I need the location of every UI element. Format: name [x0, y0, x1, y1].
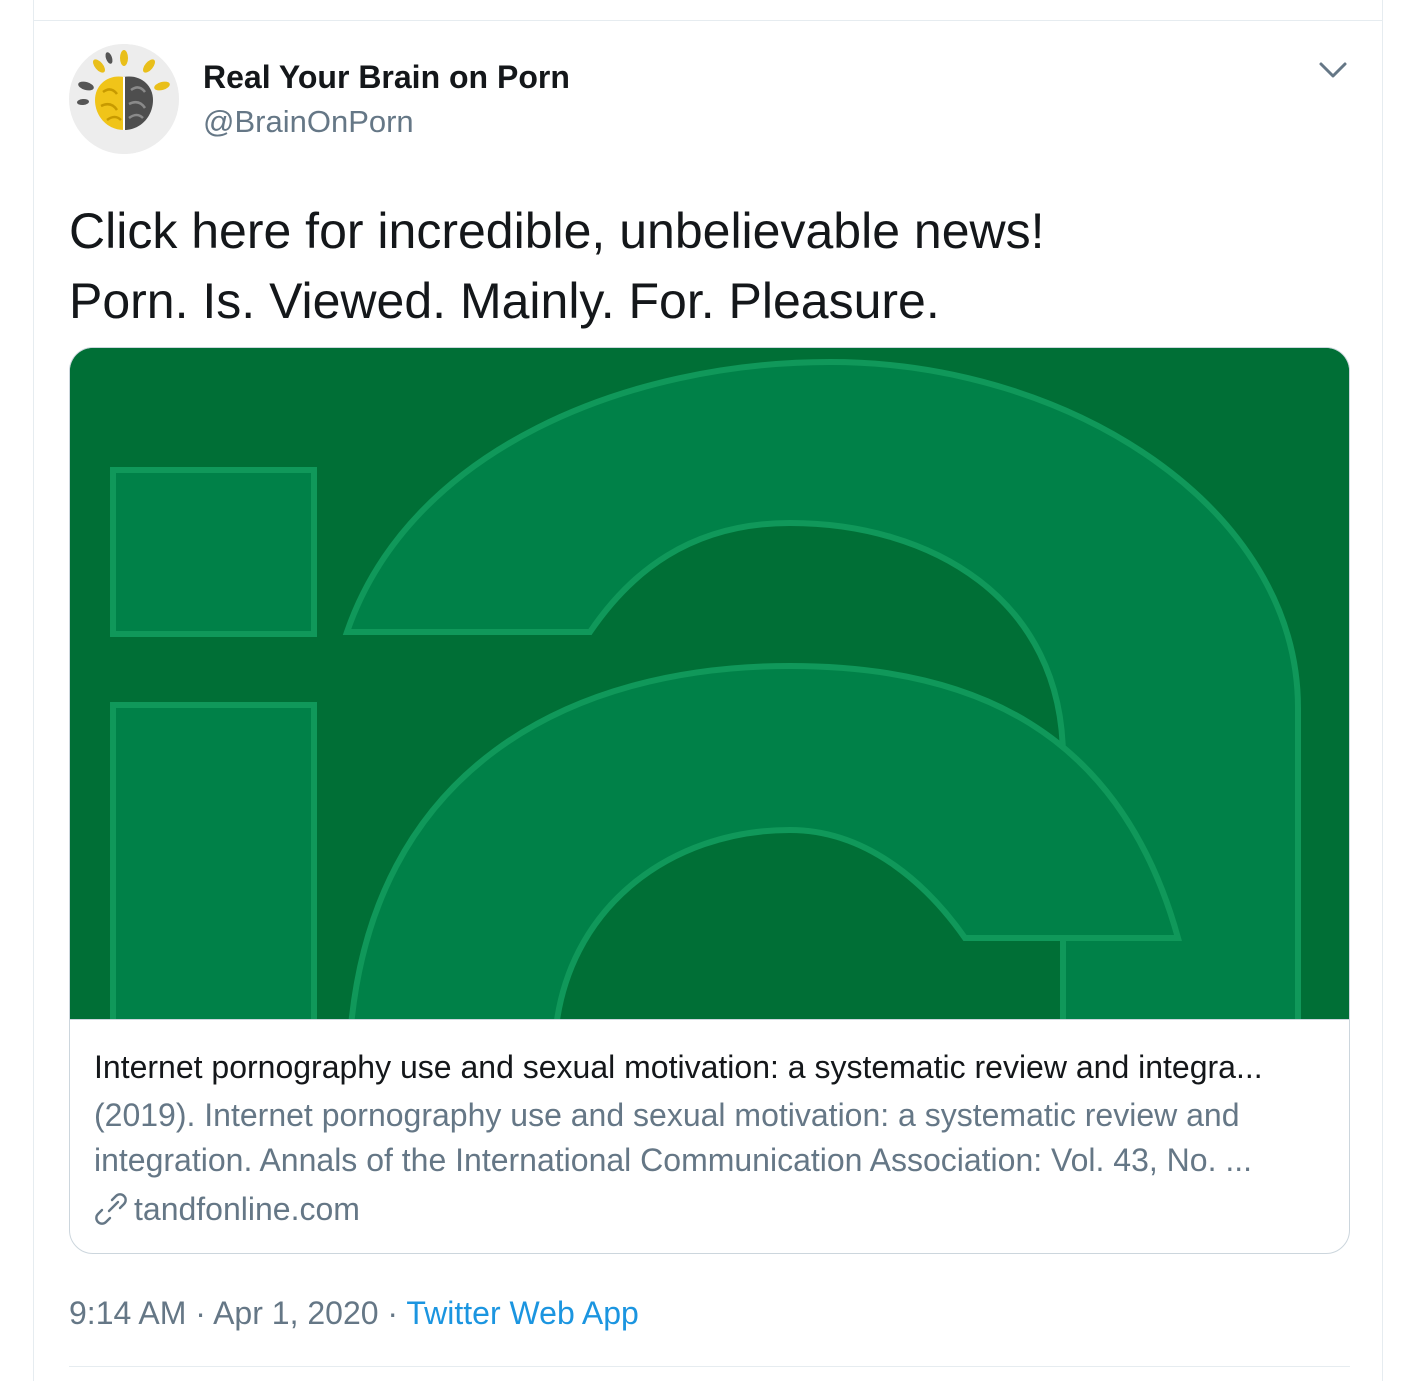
publisher-logo-image: [70, 348, 1349, 1019]
link-preview-card[interactable]: Internet pornography use and sexual moti…: [69, 347, 1350, 1254]
chevron-down-icon: [1319, 62, 1347, 78]
card-image[interactable]: [70, 348, 1349, 1019]
tweet-date[interactable]: Apr 1, 2020: [213, 1295, 378, 1331]
card-description-line-2: integration. Annals of the International…: [94, 1142, 1253, 1178]
meta-separator: ·: [186, 1295, 214, 1331]
tweet-menu-button[interactable]: [1313, 54, 1353, 88]
card-domain-text: tandfonline.com: [134, 1191, 360, 1227]
user-handle[interactable]: @BrainOnPorn: [203, 102, 414, 142]
tweet-time[interactable]: 9:14 AM: [69, 1295, 186, 1331]
tweet-meta: 9:14 AM · Apr 1, 2020 · Twitter Web App: [69, 1291, 639, 1335]
tweet-source-link[interactable]: Twitter Web App: [406, 1295, 638, 1331]
meta-separator: ·: [378, 1295, 407, 1331]
card-title[interactable]: Internet pornography use and sexual moti…: [94, 1045, 1334, 1089]
card-description-line-1: (2019). Internet pornography use and sex…: [94, 1097, 1240, 1133]
card-domain[interactable]: tandfonline.com: [94, 1187, 360, 1231]
tweet-text-line-1: Click here for incredible, unbelievable …: [69, 203, 1045, 259]
avatar[interactable]: [69, 44, 179, 154]
tweet-text: Click here for incredible, unbelievable …: [69, 196, 1359, 336]
brain-logo-icon: [69, 44, 179, 154]
top-divider: [33, 20, 1383, 21]
tweet-text-line-2: Porn. Is. Viewed. Mainly. For. Pleasure.: [69, 273, 940, 329]
link-icon: [95, 1193, 127, 1225]
bottom-divider: [69, 1366, 1350, 1367]
display-name[interactable]: Real Your Brain on Porn: [203, 57, 570, 97]
card-divider: [70, 1019, 1349, 1020]
card-description: (2019). Internet pornography use and sex…: [94, 1093, 1334, 1183]
